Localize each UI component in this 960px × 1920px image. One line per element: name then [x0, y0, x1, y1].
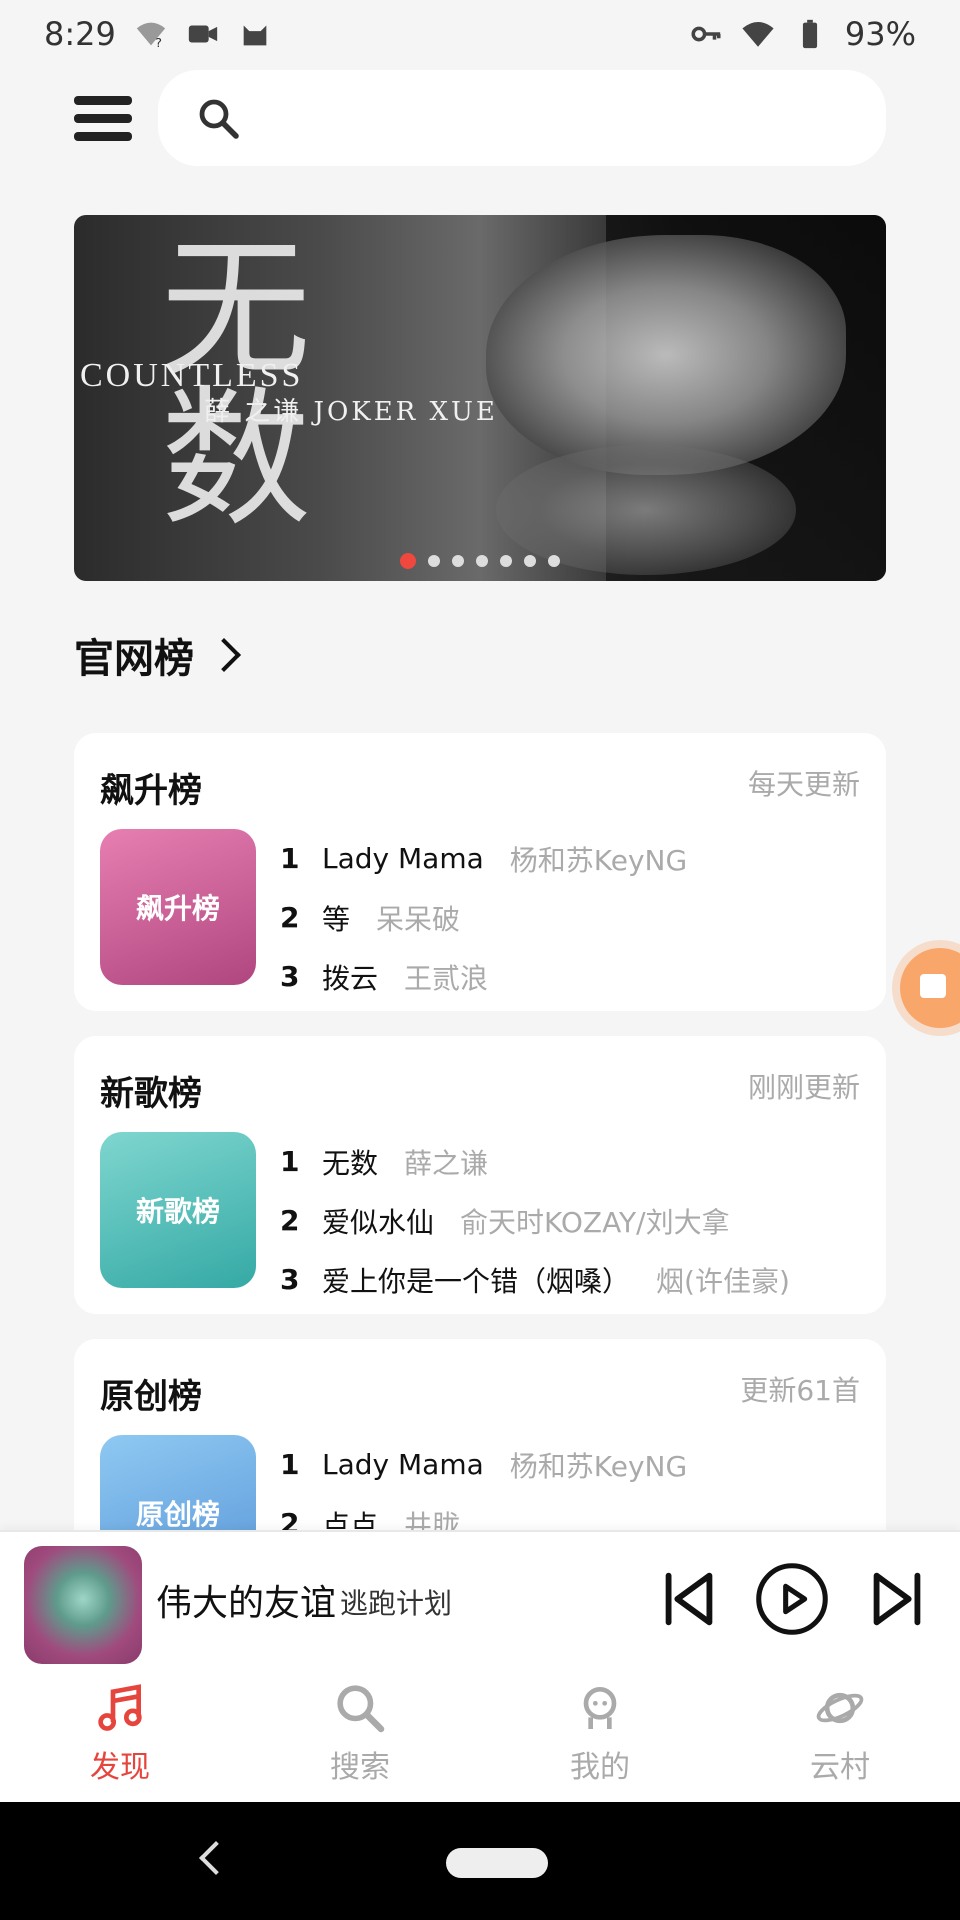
song-rank: 2 — [280, 1204, 300, 1237]
chart-cover-label: 原创榜 — [135, 1498, 220, 1531]
song-artist: 烟(许佳豪) — [656, 1264, 790, 1298]
nav-tab-search[interactable]: 搜索 — [240, 1664, 480, 1802]
video-camera-icon — [920, 974, 946, 998]
list-item[interactable]: 1 Lady Mama 杨和苏KeyNG — [280, 1435, 687, 1494]
list-item[interactable]: 3 拨云 王贰浪 — [280, 947, 687, 1006]
banner-title-en: COUNTLESS — [80, 357, 304, 394]
song-artist: 杨和苏KeyNG — [509, 1449, 688, 1483]
nav-label: 发现 — [90, 1750, 150, 1785]
search-icon — [337, 1685, 385, 1733]
section-title: 官网榜 — [74, 636, 194, 682]
floating-live-button[interactable] — [900, 948, 960, 1028]
mini-player[interactable]: 伟大的友谊 逃跑计划 — [0, 1530, 960, 1664]
song-name: Lady Mama — [322, 842, 484, 875]
play-icon[interactable] — [754, 1561, 830, 1637]
menu-icon[interactable] — [74, 89, 132, 147]
banner-dot[interactable] — [524, 555, 536, 567]
chart-update-status: 更新61首 — [740, 1374, 860, 1407]
chart-title: 原创榜 — [100, 1377, 202, 1417]
chart-cover-label: 新歌榜 — [135, 1195, 220, 1228]
wifi-icon — [742, 21, 774, 47]
system-navigation-bar — [0, 1802, 960, 1920]
nav-label: 我的 — [570, 1750, 630, 1785]
song-artist: 呆呆破 — [376, 902, 461, 936]
song-artist: 王贰浪 — [404, 961, 489, 995]
list-item[interactable]: 1 无数 薛之谦 — [280, 1132, 790, 1191]
official-charts-header[interactable]: 官网榜 — [74, 626, 241, 684]
list-item[interactable]: 1 Lady Mama 杨和苏KeyNG — [280, 829, 687, 888]
banner-artist-photo — [486, 235, 846, 475]
profile-icon — [583, 1687, 617, 1729]
song-rank: 3 — [280, 1263, 300, 1296]
song-name: 爱上你是一个错（烟嗓） — [322, 1264, 631, 1298]
song-rank: 3 — [280, 960, 300, 993]
cat-icon — [243, 25, 267, 46]
chart-cover-label: 飙升榜 — [135, 892, 220, 925]
next-track-icon[interactable] — [862, 1564, 932, 1634]
song-rank: 1 — [280, 1448, 300, 1481]
vpn-key-icon — [691, 26, 721, 42]
nav-tab-cloud-village[interactable]: 云村 — [720, 1664, 960, 1802]
music-note-icon — [98, 1684, 142, 1731]
banner-dot[interactable] — [400, 553, 416, 569]
banner-dot[interactable] — [452, 555, 464, 567]
chart-title: 新歌榜 — [100, 1074, 202, 1114]
status-bar: 8:29 ? 93% — [0, 0, 960, 68]
nav-tab-discover[interactable]: 发现 — [0, 1664, 240, 1802]
song-artist: 薛之谦 — [404, 1146, 489, 1180]
bottom-navigation: 发现 搜索 我的 云村 — [0, 1664, 960, 1802]
chart-song-list: 1 Lady Mama 杨和苏KeyNG 2 等 呆呆破 3 拨云 王贰浪 — [280, 829, 687, 1006]
search-input[interactable] — [158, 70, 886, 166]
search-icon — [199, 99, 239, 139]
banner-dot[interactable] — [476, 555, 488, 567]
banner-dot[interactable] — [548, 555, 560, 567]
song-name: Lady Mama — [322, 1448, 484, 1481]
nav-tab-mine[interactable]: 我的 — [480, 1664, 720, 1802]
song-rank: 2 — [280, 901, 300, 934]
song-rank: 1 — [280, 1145, 300, 1178]
planet-icon — [816, 1692, 864, 1724]
wifi-unknown-icon: ? — [136, 22, 166, 51]
status-time: 8:29 — [44, 15, 116, 53]
battery-percent: 93% — [844, 15, 916, 53]
song-name: 无数 — [322, 1146, 379, 1180]
list-item[interactable]: 2 爱似水仙 俞天时KOZAY/刘大拿 — [280, 1191, 790, 1250]
song-name: 等 — [322, 902, 351, 936]
top-bar — [74, 68, 886, 168]
chart-update-status: 每天更新 — [747, 768, 860, 801]
banner-dot[interactable] — [428, 555, 440, 567]
previous-track-icon[interactable] — [654, 1564, 724, 1634]
chart-card-new-songs[interactable]: 新歌榜 刚刚更新 新歌榜 1 无数 薛之谦 2 爱似水仙 俞天时KOZAY/刘大… — [74, 1036, 886, 1314]
banner-carousel[interactable]: 无数 COUNTLESS 薛 之谦 JOKER XUE — [74, 215, 886, 581]
svg-text:?: ? — [155, 36, 162, 51]
home-pill[interactable] — [446, 1848, 548, 1878]
chart-song-list: 1 无数 薛之谦 2 爱似水仙 俞天时KOZAY/刘大拿 3 爱上你是一个错（烟… — [280, 1132, 790, 1309]
list-item[interactable]: 2 等 呆呆破 — [280, 888, 687, 947]
chart-update-status: 刚刚更新 — [747, 1071, 860, 1104]
battery-icon — [802, 19, 817, 49]
video-record-icon — [188, 25, 218, 43]
song-name: 拨云 — [322, 961, 379, 995]
list-item[interactable]: 3 爱上你是一个错（烟嗓） 烟(许佳豪) — [280, 1250, 790, 1309]
chevron-right-icon — [207, 638, 241, 672]
back-icon[interactable] — [199, 1841, 233, 1875]
banner-pagination — [74, 553, 886, 569]
nav-label: 搜索 — [330, 1750, 390, 1785]
banner-artist-name: 薛 之谦 JOKER XUE — [204, 397, 498, 427]
chart-card-soaring[interactable]: 飙升榜 每天更新 飙升榜 1 Lady Mama 杨和苏KeyNG 2 等 呆呆… — [74, 733, 886, 1011]
song-name: 爱似水仙 — [322, 1205, 435, 1239]
song-artist: 杨和苏KeyNG — [509, 843, 688, 877]
banner-dot[interactable] — [500, 555, 512, 567]
nav-label: 云村 — [810, 1750, 870, 1785]
chart-title: 飙升榜 — [100, 771, 202, 811]
player-artist: 逃跑计划 — [340, 1587, 453, 1620]
song-rank: 1 — [280, 842, 300, 875]
song-artist: 俞天时KOZAY/刘大拿 — [460, 1205, 730, 1239]
chart-cover[interactable]: 新歌榜 — [100, 1132, 256, 1288]
chart-cover[interactable]: 飙升榜 — [100, 829, 256, 985]
player-song-title: 伟大的友谊 — [156, 1583, 337, 1624]
album-art[interactable] — [24, 1546, 142, 1664]
